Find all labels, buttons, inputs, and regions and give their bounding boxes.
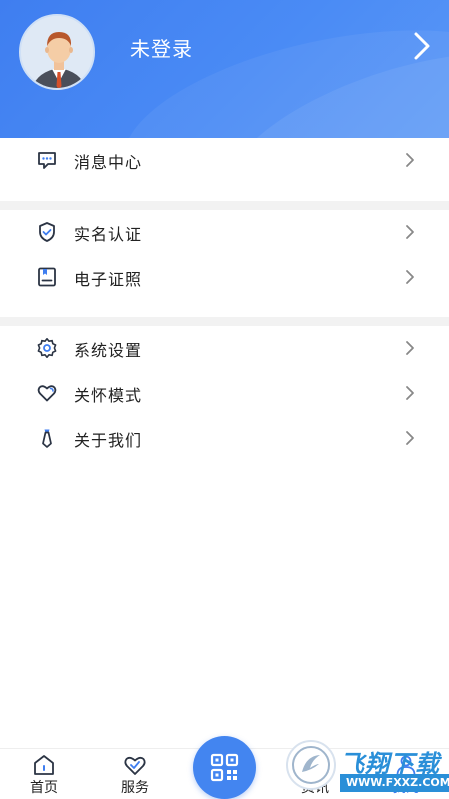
qr-scan-button[interactable] bbox=[193, 736, 256, 799]
menu-item-label: 系统设置 bbox=[74, 341, 143, 360]
section-divider bbox=[0, 201, 449, 210]
menu-item-settings[interactable]: 系统设置 bbox=[0, 326, 449, 370]
menu-item-label: 消息中心 bbox=[74, 153, 143, 172]
watermark-logo bbox=[286, 740, 336, 790]
profile-header[interactable]: 未登录 bbox=[0, 0, 449, 138]
menu-item-label: 电子证照 bbox=[74, 270, 143, 289]
tab-label: 服务 bbox=[121, 780, 149, 796]
chevron-right-icon bbox=[404, 340, 416, 356]
chevron-right-icon bbox=[404, 269, 416, 285]
menu-item-label: 实名认证 bbox=[74, 225, 143, 244]
site-watermark: 飞翔下载 WWW.FXXZ.COM bbox=[282, 740, 449, 799]
chevron-right-icon bbox=[404, 430, 416, 446]
tab-label: 首页 bbox=[30, 780, 58, 796]
watermark-url: WWW.FXXZ.COM bbox=[340, 774, 449, 792]
chevron-right-icon[interactable] bbox=[409, 30, 435, 62]
menu-item-messages[interactable]: 消息中心 bbox=[0, 138, 449, 182]
shield-check-icon bbox=[36, 221, 58, 243]
section-divider bbox=[0, 317, 449, 326]
chevron-right-icon bbox=[404, 385, 416, 401]
heart-service-icon bbox=[122, 753, 148, 777]
tab-services[interactable]: 服务 bbox=[100, 749, 170, 799]
menu-item-e-license[interactable]: 电子证照 bbox=[0, 255, 449, 299]
chevron-right-icon bbox=[404, 152, 416, 168]
chevron-right-icon bbox=[404, 224, 416, 240]
tab-home[interactable]: 首页 bbox=[9, 749, 79, 799]
menu-item-about-us[interactable]: 关于我们 bbox=[0, 416, 449, 460]
user-avatar-icon[interactable] bbox=[19, 14, 95, 90]
heart-icon bbox=[36, 382, 58, 404]
menu-item-real-name-auth[interactable]: 实名认证 bbox=[0, 210, 449, 254]
qr-scan-icon bbox=[210, 753, 239, 782]
gear-icon bbox=[36, 337, 58, 359]
login-status-text[interactable]: 未登录 bbox=[130, 33, 193, 62]
menu-item-care-mode[interactable]: 关怀模式 bbox=[0, 371, 449, 415]
message-icon bbox=[36, 149, 58, 171]
tie-icon bbox=[36, 427, 58, 449]
certificate-icon bbox=[36, 266, 58, 288]
menu-item-label: 关于我们 bbox=[74, 431, 143, 450]
home-icon bbox=[31, 753, 57, 777]
menu-item-label: 关怀模式 bbox=[74, 386, 143, 405]
